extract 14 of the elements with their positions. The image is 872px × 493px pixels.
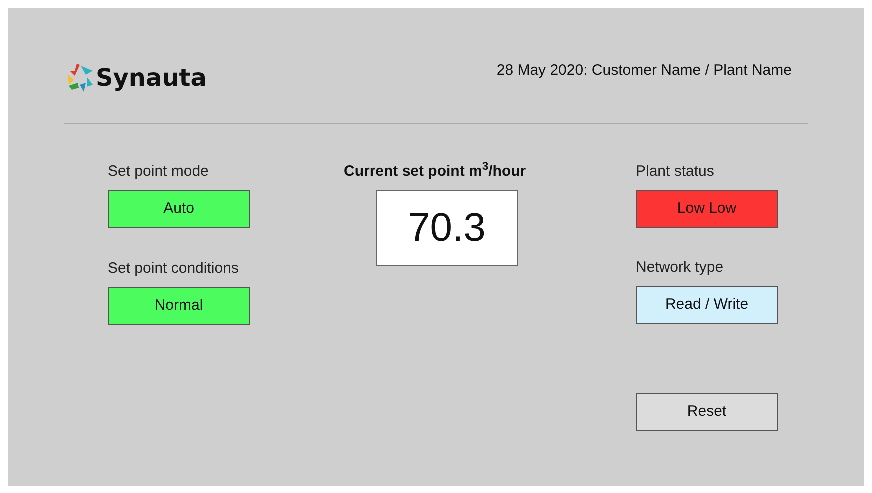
field-label: Set point mode: [108, 162, 209, 181]
status-field: Low Low: [636, 190, 778, 228]
status-field: Read / Write: [636, 286, 778, 324]
logo-icon: [66, 63, 94, 93]
field-label: Network type: [636, 258, 724, 277]
logo-text: Synauta: [96, 63, 207, 94]
status-field: Auto: [108, 190, 250, 228]
setpoint-value: 70.3: [376, 190, 518, 266]
setpoint-label: Current set point m$^{3}$/hour: [344, 161, 526, 181]
field-label: Plant status: [636, 162, 714, 181]
header-caption: 28 May 2020: Customer Name / Plant Name: [496, 61, 792, 81]
status-field: Normal: [108, 287, 250, 325]
reset-button[interactable]: Reset: [636, 393, 778, 431]
field-label: Set point conditions: [108, 259, 239, 278]
